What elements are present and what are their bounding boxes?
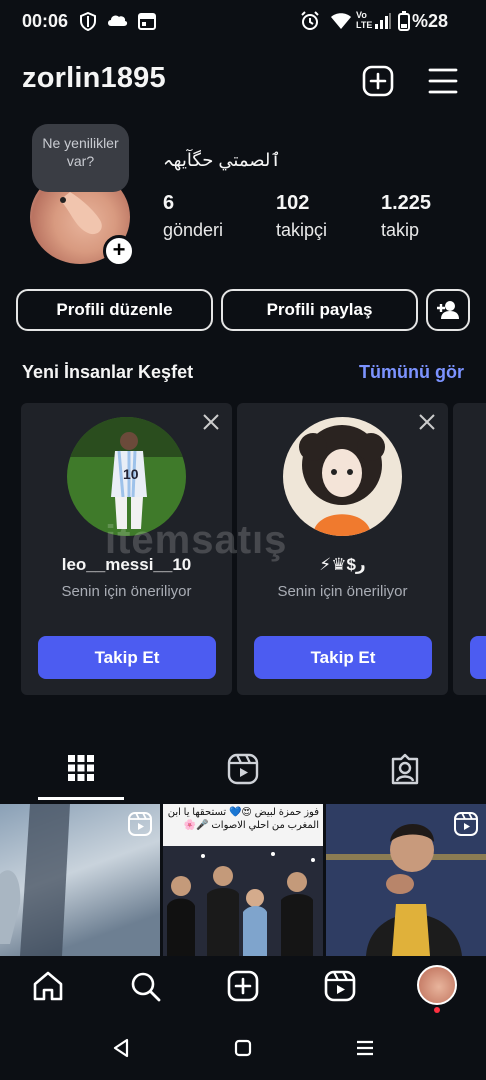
stat-value: 6 (163, 192, 175, 214)
menu-icon[interactable] (428, 67, 458, 95)
search-icon[interactable] (129, 970, 161, 1002)
battery-icon (398, 11, 410, 31)
back-icon[interactable] (112, 1038, 130, 1058)
battery-percent: %28 (412, 11, 449, 31)
shield-icon (80, 12, 96, 31)
create-icon[interactable] (227, 970, 259, 1002)
post-caption: فوز حمزة لبيض 😍💙 تستحقها يا ابن المغرب م… (163, 804, 323, 846)
grid-tab-icon[interactable] (67, 754, 95, 782)
discover-title: Yeni İnsanlar Keşfet (22, 362, 194, 382)
create-post-icon[interactable] (362, 65, 394, 97)
follow-button[interactable]: Takip Et (38, 636, 216, 679)
close-icon[interactable] (202, 413, 220, 431)
system-nav (0, 1018, 486, 1080)
share-profile-button[interactable]: Profili paylaş (221, 289, 418, 331)
stat-value: 1.225 (381, 192, 432, 214)
recents-icon[interactable] (356, 1040, 374, 1056)
stat-label: gönderi (163, 220, 224, 240)
stat-label: takipçi (276, 220, 328, 240)
close-icon[interactable] (418, 413, 436, 431)
cloud-icon (108, 15, 128, 26)
note-bubble[interactable]: Ne yenilikler var? (32, 124, 129, 192)
post-tile[interactable] (326, 804, 486, 956)
wifi-icon (331, 13, 351, 29)
add-story-icon[interactable]: + (103, 235, 135, 267)
volte-icon: Vo LTE (356, 10, 373, 30)
reels-icon[interactable] (324, 970, 356, 1002)
watermark: itemsatış (105, 518, 288, 562)
see-all-link[interactable]: Tümünü gör (359, 362, 464, 383)
post-tile[interactable]: فوز حمزة لبيض 😍💙 تستحقها يا ابن المغرب م… (163, 804, 323, 956)
reel-icon (128, 812, 152, 836)
stat-following[interactable]: 1.225 takip (381, 192, 431, 241)
svg-text:10: 10 (123, 466, 139, 482)
post-tile[interactable] (0, 804, 160, 956)
suggestion-card-partial[interactable] (453, 403, 486, 695)
active-tab-indicator (38, 797, 124, 800)
signal-icon (375, 13, 391, 29)
follow-button-partial[interactable] (470, 636, 486, 679)
follow-button[interactable]: Takip Et (254, 636, 432, 679)
home-button-icon[interactable] (234, 1039, 252, 1057)
stat-label: takip (381, 220, 420, 240)
reel-icon (454, 812, 478, 836)
reels-tab-icon[interactable] (227, 753, 259, 785)
edit-profile-button[interactable]: Profili düzenle (16, 289, 213, 331)
suggestion-subtitle: Senin için öneriliyor (277, 583, 408, 600)
suggestion-subtitle: Senin için öneriliyor (61, 583, 192, 600)
home-icon[interactable] (32, 970, 64, 1002)
suggestion-avatar[interactable] (283, 417, 402, 536)
tagged-tab-icon[interactable] (389, 753, 421, 785)
status-time: 00:06 (22, 11, 69, 31)
alarm-icon (301, 11, 319, 30)
stat-value: 102 (276, 192, 310, 214)
calendar-icon (138, 13, 156, 30)
stat-posts[interactable]: 6 gönderi (163, 192, 223, 241)
stat-followers[interactable]: 102 takipçi (276, 192, 327, 241)
profile-bio: ٱلصمتي حگآيهہ (163, 150, 281, 170)
discover-people-button[interactable] (426, 289, 470, 331)
bottom-nav (0, 956, 486, 1018)
profile-username[interactable]: zorlin1895 (22, 62, 166, 95)
status-bar: 00:06 Vo LTE %28 (0, 0, 486, 44)
notification-dot (434, 1007, 440, 1013)
add-person-icon (437, 301, 459, 319)
profile-tab-avatar[interactable] (417, 965, 457, 1005)
